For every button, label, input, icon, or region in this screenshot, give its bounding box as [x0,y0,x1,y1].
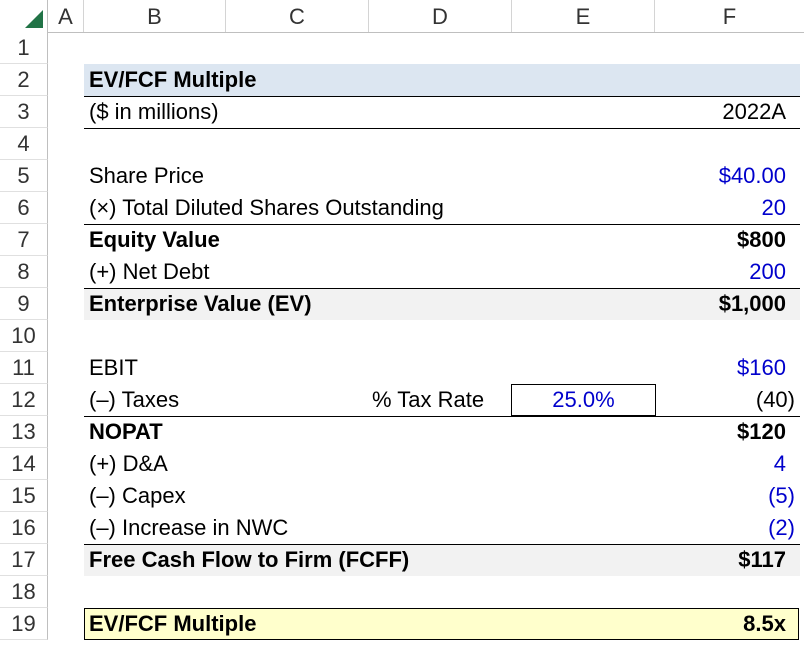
multiple-value[interactable]: 8.5x [743,608,786,640]
nopat-value[interactable]: $120 [737,416,786,448]
row-header[interactable]: 18 [0,576,48,608]
nwc-label[interactable]: (–) Increase in NWC [89,512,288,544]
row-header[interactable]: 3 [0,96,48,128]
row-header[interactable]: 11 [0,352,48,384]
column-header-row: A B C D E F [0,0,804,33]
select-all-corner[interactable] [0,0,48,32]
ebit-value[interactable]: $160 [737,352,786,384]
multiple-label[interactable]: EV/FCF Multiple [89,608,256,640]
model-title[interactable]: EV/FCF Multiple [89,64,256,96]
net-debt-value[interactable]: 200 [749,256,786,288]
column-header-b[interactable]: B [84,0,226,32]
nopat-label[interactable]: NOPAT [89,416,163,448]
column-header-a[interactable]: A [48,0,84,32]
capex-label[interactable]: (–) Capex [89,480,186,512]
row-header[interactable]: 19 [0,608,48,640]
row-header[interactable]: 4 [0,128,48,160]
capex-value[interactable]: (5) [768,480,795,512]
share-price-label[interactable]: Share Price [89,160,204,192]
spreadsheet-grid: A B C D E F 1 2 3 4 5 6 7 8 9 10 11 12 1… [0,0,804,646]
da-label[interactable]: (+) D&A [89,448,168,480]
enterprise-value-value[interactable]: $1,000 [719,288,786,320]
column-header-e[interactable]: E [512,0,655,32]
row-header[interactable]: 13 [0,416,48,448]
column-header-f[interactable]: F [655,0,804,32]
row-header[interactable]: 8 [0,256,48,288]
row-header[interactable]: 17 [0,544,48,576]
row-header[interactable]: 10 [0,320,48,352]
nwc-value[interactable]: (2) [768,512,795,544]
column-header-c[interactable]: C [226,0,369,32]
da-value[interactable]: 4 [774,448,786,480]
row-header[interactable]: 1 [0,32,48,64]
equity-value-value[interactable]: $800 [737,224,786,256]
row-header[interactable]: 6 [0,192,48,224]
units-label[interactable]: ($ in millions) [89,96,219,128]
row-header[interactable]: 15 [0,480,48,512]
divider [84,416,800,417]
select-all-triangle-icon [25,10,43,28]
tax-rate-label[interactable]: % Tax Rate [372,384,484,416]
taxes-label[interactable]: (–) Taxes [89,384,179,416]
divider [84,128,800,129]
diluted-shares-label[interactable]: (×) Total Diluted Shares Outstanding [89,192,444,224]
ebit-label[interactable]: EBIT [89,352,138,384]
fcff-label[interactable]: Free Cash Flow to Firm (FCFF) [89,544,409,576]
column-header-d[interactable]: D [369,0,512,32]
row-header[interactable]: 14 [0,448,48,480]
diluted-shares-value[interactable]: 20 [762,192,786,224]
row-header[interactable]: 2 [0,64,48,96]
period-label[interactable]: 2022A [722,96,786,128]
share-price-value[interactable]: $40.00 [719,160,786,192]
net-debt-label[interactable]: (+) Net Debt [89,256,209,288]
row-header[interactable]: 12 [0,384,48,416]
row-header[interactable]: 16 [0,512,48,544]
row-header[interactable]: 9 [0,288,48,320]
row-header[interactable]: 7 [0,224,48,256]
tax-rate-input[interactable]: 25.0% [511,384,656,416]
enterprise-value-label[interactable]: Enterprise Value (EV) [89,288,312,320]
fcff-value[interactable]: $117 [738,544,786,576]
taxes-value[interactable]: (40) [756,384,795,416]
equity-value-label[interactable]: Equity Value [89,224,220,256]
row-header[interactable]: 5 [0,160,48,192]
